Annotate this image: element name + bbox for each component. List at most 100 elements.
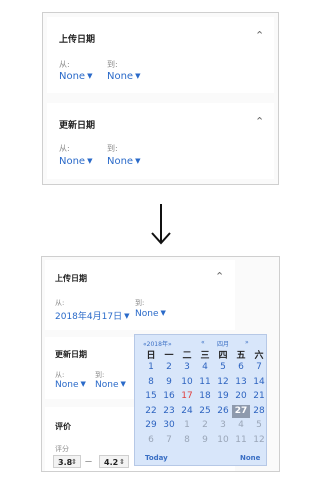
filter-title: 上传日期 — [59, 35, 96, 45]
to-date-dropdown[interactable]: None ▼ — [107, 71, 140, 82]
calendar-day[interactable]: 29 — [142, 419, 160, 432]
calendar-day[interactable]: 5 — [250, 419, 268, 432]
caret-down-icon: ▼ — [87, 72, 93, 80]
to-label: 到: — [135, 299, 145, 307]
year-nav[interactable]: «2018年» — [143, 339, 172, 348]
filter-card-upload-date: 上传日期 ⌃ 从: 到: 2018年4月17日 ▼ None ▼ — [45, 260, 235, 330]
calendar-day[interactable]: 15 — [142, 390, 160, 403]
calendar-day[interactable]: 21 — [250, 390, 268, 403]
from-date-value: None — [59, 156, 86, 167]
calendar-day[interactable]: 19 — [214, 390, 232, 403]
to-date-dropdown[interactable]: None ▼ — [135, 309, 166, 319]
from-date-dropdown[interactable]: None ▼ — [55, 380, 86, 390]
calendar-day[interactable]: 4 — [196, 361, 214, 374]
from-date-value: None — [59, 71, 86, 82]
rating-max-stepper[interactable]: 4.2 ⇕ — [99, 455, 129, 468]
calendar-day[interactable]: 12 — [250, 434, 268, 447]
weekday-header: 五 — [236, 351, 246, 361]
calendar-day[interactable]: 22 — [142, 405, 160, 418]
rating-label: 评分 — [55, 445, 69, 453]
calendar-day[interactable]: 1 — [142, 361, 160, 374]
from-date-dropdown[interactable]: 2018年4月17日 ▼ — [55, 309, 129, 322]
calendar-day[interactable]: 6 — [142, 434, 160, 447]
from-date-dropdown[interactable]: None ▼ — [59, 156, 92, 167]
to-label: 到: — [107, 60, 118, 69]
filter-title: 评价 — [55, 422, 71, 431]
calendar-day[interactable]: 16 — [160, 390, 178, 403]
stepper-arrows-icon[interactable]: ⇕ — [71, 456, 77, 469]
calendar-day[interactable]: 17 — [178, 390, 196, 403]
chevron-up-icon[interactable]: ⌃ — [255, 29, 264, 42]
filter-card-update-date: 更新日期 ⌃ 从: 到: None ▼ None ▼ — [47, 103, 274, 179]
rating-min-stepper[interactable]: 3.8 ⇕ — [53, 455, 81, 468]
to-label: 到: — [95, 371, 105, 379]
caret-down-icon: ▼ — [135, 157, 141, 165]
calendar-day[interactable]: 20 — [232, 390, 250, 403]
calendar-day[interactable]: 12 — [214, 376, 232, 389]
calendar-day[interactable]: 28 — [250, 405, 268, 418]
calendar-day[interactable]: 3 — [178, 361, 196, 374]
weekday-header: 二 — [182, 351, 192, 361]
to-date-value: None — [95, 380, 119, 390]
weekday-header: 六 — [254, 351, 264, 361]
calendar-day[interactable]: 3 — [214, 419, 232, 432]
stepper-arrows-icon[interactable]: ⇕ — [119, 456, 125, 469]
from-label: 从: — [55, 299, 65, 307]
calendar-day[interactable]: 25 — [196, 405, 214, 418]
calendar-day[interactable]: 9 — [196, 434, 214, 447]
caret-down-icon: ▼ — [87, 157, 93, 165]
to-date-dropdown[interactable]: None ▼ — [107, 156, 140, 167]
calendar-day[interactable]: 8 — [142, 376, 160, 389]
filter-panel-before: 上传日期 ⌃ 从: 到: None ▼ None ▼ 更新日期 ⌃ 从: 到: No… — [42, 12, 279, 185]
to-date-dropdown[interactable]: None ▼ — [95, 380, 126, 390]
calendar-day[interactable]: 7 — [250, 361, 268, 374]
calendar-day[interactable]: 10 — [178, 376, 196, 389]
calendar-day[interactable]: 10 — [214, 434, 232, 447]
today-button[interactable]: Today — [145, 454, 168, 462]
rating-max-value: 4.2 — [104, 458, 119, 467]
calendar-day[interactable]: 2 — [160, 361, 178, 374]
calendar-day[interactable]: 23 — [160, 405, 178, 418]
calendar-day[interactable]: 18 — [196, 390, 214, 403]
calendar-day[interactable]: 14 — [250, 376, 268, 389]
calendar-day[interactable]: 27 — [232, 404, 250, 418]
caret-down-icon: ▼ — [120, 380, 126, 388]
filter-title: 上传日期 — [55, 274, 87, 283]
filter-title: 更新日期 — [59, 121, 96, 131]
rating-separator: — — [85, 457, 92, 465]
next-month-button[interactable]: » — [245, 339, 249, 346]
calendar-day[interactable]: 1 — [178, 419, 196, 432]
from-label: 从: — [55, 371, 65, 379]
weekday-header: 四 — [218, 351, 228, 361]
to-date-value: None — [107, 156, 134, 167]
from-date-dropdown[interactable]: None ▼ — [59, 71, 92, 82]
prev-month-button[interactable]: « — [201, 339, 205, 346]
from-date-value: 2018年4月17日 — [55, 312, 123, 322]
caret-down-icon: ▼ — [160, 309, 166, 317]
caret-down-icon: ▼ — [135, 72, 141, 80]
calendar-day[interactable]: 11 — [232, 434, 250, 447]
calendar-day[interactable]: 8 — [178, 434, 196, 447]
calendar-day[interactable]: 6 — [232, 361, 250, 374]
none-button[interactable]: None — [240, 454, 260, 462]
chevron-up-icon[interactable]: ⌃ — [215, 270, 224, 283]
calendar-day[interactable]: 2 — [196, 419, 214, 432]
calendar-day[interactable]: 24 — [178, 405, 196, 418]
to-date-value: None — [135, 309, 159, 319]
rating-min-value: 3.8 — [58, 458, 73, 467]
chevron-up-icon[interactable]: ⌃ — [255, 115, 264, 128]
calendar-day[interactable]: 30 — [160, 419, 178, 432]
from-date-value: None — [55, 380, 79, 390]
calendar-day[interactable]: 11 — [196, 376, 214, 389]
calendar-day[interactable]: 13 — [232, 376, 250, 389]
filter-card-upload-date: 上传日期 ⌃ 从: 到: None ▼ None ▼ — [47, 17, 274, 93]
calendar-day[interactable]: 5 — [214, 361, 232, 374]
month-label: 四月 — [217, 341, 230, 348]
calendar-day[interactable]: 26 — [214, 405, 232, 418]
calendar-day[interactable]: 7 — [160, 434, 178, 447]
from-label: 从: — [59, 144, 70, 153]
calendar-day[interactable]: 4 — [232, 419, 250, 432]
weekday-header: 一 — [164, 351, 174, 361]
calendar-day[interactable]: 9 — [160, 376, 178, 389]
date-picker-popup: «2018年» « 四月 » 日一二三四五六 1 2 3 4 5 6 7 8 9 10 11 12 13 1… — [134, 334, 267, 466]
